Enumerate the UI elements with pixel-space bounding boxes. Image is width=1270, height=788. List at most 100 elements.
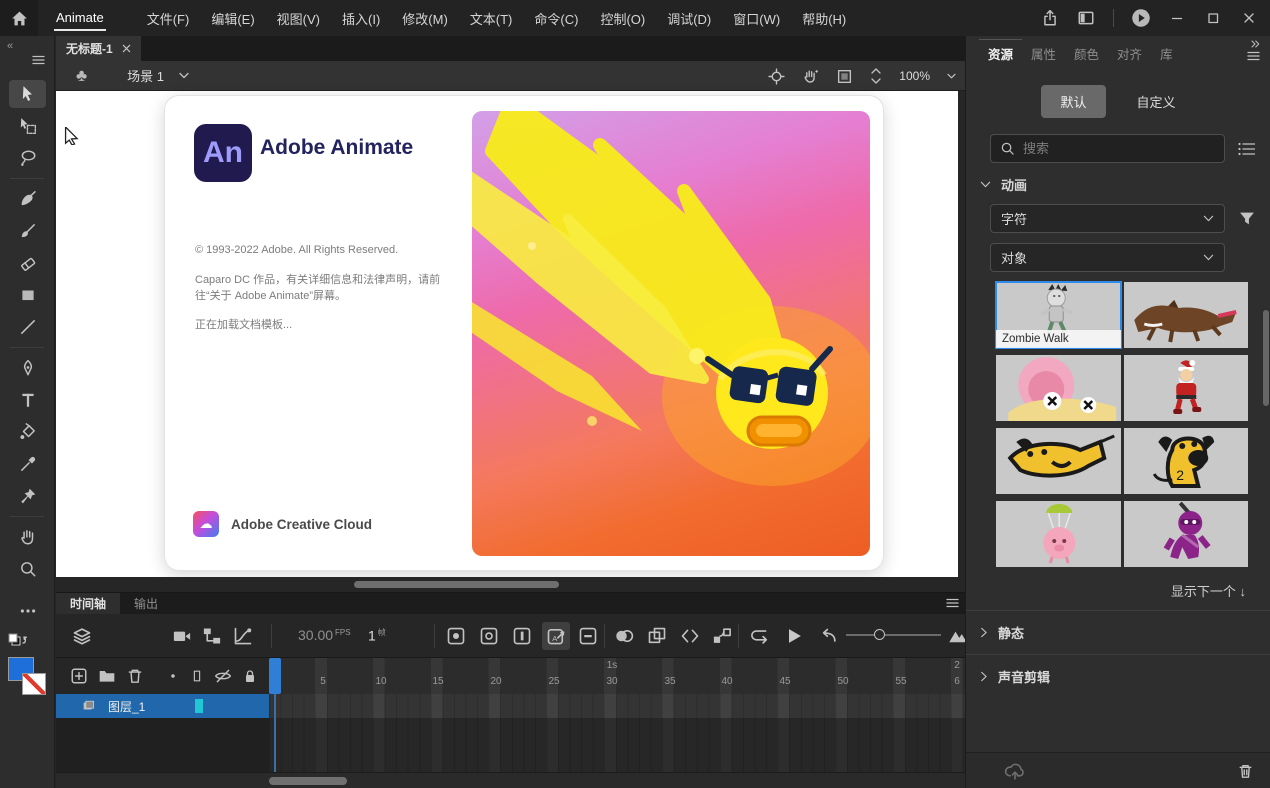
highlight-layer-icon[interactable] bbox=[166, 669, 180, 683]
parenting-view-icon[interactable] bbox=[202, 626, 222, 646]
stroke-color-swatch[interactable] bbox=[22, 673, 46, 695]
timeline-menu-icon[interactable] bbox=[946, 598, 959, 608]
menu-item-command[interactable]: 命令(C) bbox=[525, 5, 587, 32]
asset-thumb-snail[interactable] bbox=[996, 355, 1121, 421]
menu-item-file[interactable]: 文件(F) bbox=[138, 5, 199, 32]
menu-item-view[interactable]: 视图(V) bbox=[268, 5, 329, 32]
new-folder-icon[interactable] bbox=[98, 667, 116, 685]
section-animated[interactable]: 动画 bbox=[966, 163, 1270, 204]
asset-warp-tool[interactable] bbox=[0, 480, 55, 512]
outline-view-icon[interactable] bbox=[190, 668, 204, 684]
tab-properties[interactable]: 属性 bbox=[1022, 40, 1065, 69]
search-input[interactable] bbox=[1023, 141, 1215, 156]
upload-cloud-icon[interactable] bbox=[1004, 762, 1026, 780]
section-static[interactable]: 静态 bbox=[966, 610, 1270, 654]
delete-asset-icon[interactable] bbox=[1237, 762, 1254, 780]
mode-default-button[interactable]: 默认 bbox=[1041, 85, 1106, 118]
text-tool[interactable] bbox=[0, 384, 55, 416]
camera-icon[interactable] bbox=[172, 626, 192, 646]
layer-row[interactable]: 图层_1 bbox=[56, 694, 965, 718]
edit-multiple-frames-icon[interactable] bbox=[647, 626, 667, 646]
share-button[interactable] bbox=[1035, 5, 1065, 31]
minimize-button[interactable] bbox=[1162, 5, 1192, 31]
tab-align[interactable]: 对齐 bbox=[1108, 40, 1151, 69]
asset-thumb-dog-sit[interactable]: 2 bbox=[1123, 428, 1248, 494]
classic-brush-tool[interactable] bbox=[0, 215, 55, 247]
insert-keyframe-icon[interactable] bbox=[446, 626, 466, 646]
play-icon[interactable] bbox=[784, 626, 804, 646]
tab-timeline[interactable]: 时间轴 bbox=[56, 593, 121, 614]
frame-rate-control[interactable]: 30.00 FPS bbox=[298, 627, 351, 643]
paint-bucket-tool[interactable] bbox=[0, 416, 55, 448]
asset-thumb-dog-run[interactable] bbox=[996, 428, 1121, 494]
loop-icon[interactable] bbox=[750, 626, 770, 646]
swap-colors-icon[interactable] bbox=[8, 633, 30, 649]
asset-thumb-santa-walk[interactable] bbox=[1123, 355, 1248, 421]
playhead[interactable] bbox=[269, 658, 281, 694]
document-tab[interactable]: 无标题-1 bbox=[56, 36, 141, 61]
show-next-button[interactable]: 显示下一个 ↓ bbox=[966, 567, 1270, 610]
tools-menu-icon[interactable] bbox=[32, 55, 45, 65]
panel-menu-icon[interactable] bbox=[1247, 51, 1260, 61]
insert-blank-keyframe-icon[interactable] bbox=[479, 626, 499, 646]
asset-thumb-ninja[interactable] bbox=[1123, 501, 1248, 567]
remove-frame-icon[interactable] bbox=[578, 626, 598, 646]
timeline-zoom-slider[interactable] bbox=[846, 629, 941, 640]
eyedropper-tool[interactable] bbox=[0, 448, 55, 480]
scrollbar-thumb[interactable] bbox=[269, 777, 347, 785]
collapse-tools-button[interactable]: « bbox=[7, 40, 13, 52]
tab-library[interactable]: 库 bbox=[1151, 40, 1182, 69]
stage-horizontal-scrollbar[interactable] bbox=[56, 577, 958, 592]
insert-frame-icon[interactable] bbox=[512, 626, 532, 646]
timeline-ruler[interactable]: 1s 2 5 10 15 20 25 30 35 40 45 50 55 6 bbox=[269, 658, 965, 694]
zoom-stepper-icon[interactable] bbox=[870, 67, 882, 85]
maximize-button[interactable] bbox=[1198, 5, 1228, 31]
asset-thumb-zombie-walk[interactable]: Zombie Walk bbox=[995, 281, 1122, 349]
pen-tool[interactable] bbox=[0, 352, 55, 384]
close-tab-icon[interactable] bbox=[122, 44, 131, 53]
type-dropdown[interactable]: 对象 bbox=[990, 243, 1225, 272]
lock-layers-icon[interactable] bbox=[242, 667, 258, 685]
graph-editor-icon[interactable] bbox=[233, 626, 253, 646]
new-layer-icon[interactable] bbox=[70, 667, 88, 685]
workspace-button[interactable] bbox=[1071, 5, 1101, 31]
scene-dropdown-icon[interactable] bbox=[178, 72, 190, 80]
eraser-tool[interactable] bbox=[0, 247, 55, 279]
close-button[interactable] bbox=[1234, 5, 1264, 31]
menu-item-edit[interactable]: 编辑(E) bbox=[202, 5, 263, 32]
fluid-brush-tool[interactable] bbox=[0, 183, 55, 215]
center-stage-icon[interactable] bbox=[768, 67, 785, 85]
tween-arrows-icon[interactable] bbox=[680, 626, 700, 646]
layer-name[interactable]: 图层_1 bbox=[108, 698, 145, 715]
layers-icon[interactable] bbox=[72, 626, 92, 646]
onion-skin-icon[interactable] bbox=[614, 626, 634, 646]
app-brand-tab[interactable]: Animate bbox=[48, 0, 112, 36]
menu-item-window[interactable]: 窗口(W) bbox=[724, 5, 789, 32]
tab-color[interactable]: 颜色 bbox=[1065, 40, 1108, 69]
line-tool[interactable] bbox=[0, 311, 55, 343]
menu-item-control[interactable]: 控制(O) bbox=[591, 5, 654, 32]
zoom-control[interactable]: 100% bbox=[899, 69, 957, 83]
delete-layer-icon[interactable] bbox=[126, 667, 144, 685]
slider-knob[interactable] bbox=[874, 629, 885, 640]
layer-row-header[interactable]: 图层_1 bbox=[56, 694, 269, 718]
scrollbar-thumb[interactable] bbox=[354, 581, 559, 588]
free-transform-tool[interactable] bbox=[0, 110, 55, 142]
category-dropdown[interactable]: 字符 bbox=[990, 204, 1225, 233]
quick-share-button[interactable] bbox=[1126, 5, 1156, 31]
rectangle-tool[interactable] bbox=[0, 279, 55, 311]
stage-canvas[interactable]: An Adobe Animate © 1993-2022 Adobe. All … bbox=[56, 91, 958, 577]
rotation-tool-icon[interactable] bbox=[802, 68, 819, 85]
menu-item-modify[interactable]: 修改(M) bbox=[393, 5, 457, 32]
menu-item-insert[interactable]: 插入(I) bbox=[333, 5, 389, 32]
lasso-tool[interactable] bbox=[0, 142, 55, 174]
asset-search-box[interactable] bbox=[990, 134, 1225, 163]
menu-item-debug[interactable]: 调试(D) bbox=[658, 5, 720, 32]
hide-layers-icon[interactable] bbox=[214, 667, 232, 685]
rewind-icon[interactable] bbox=[818, 626, 838, 646]
selection-tool[interactable] bbox=[0, 78, 55, 110]
layer-outline-color-chip[interactable] bbox=[195, 699, 203, 713]
clip-content-icon[interactable] bbox=[836, 68, 853, 85]
timeline-horizontal-scrollbar[interactable] bbox=[56, 772, 965, 788]
asset-thumb-wolf-run[interactable] bbox=[1123, 282, 1248, 348]
